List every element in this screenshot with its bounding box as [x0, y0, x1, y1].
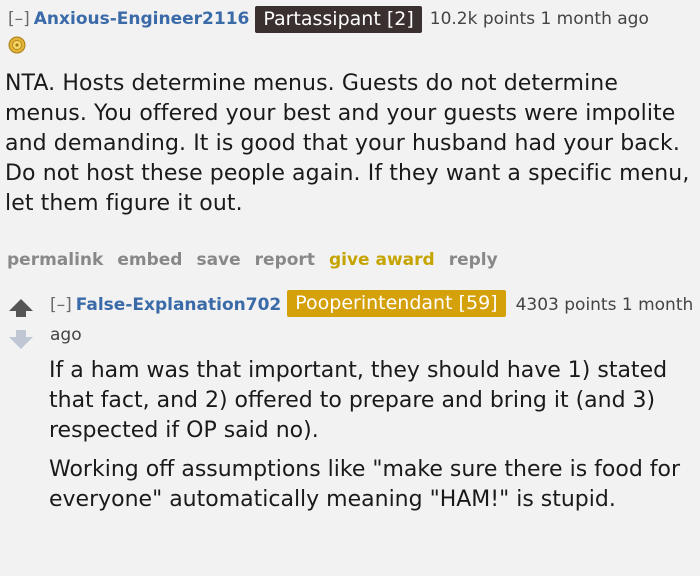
reply-button[interactable]: reply [449, 250, 498, 270]
author-link[interactable]: False-Explanation702 [76, 295, 281, 315]
comment-1-body: NTA. Hosts determine menus. Guests do no… [5, 71, 690, 216]
downvote-arrow-icon[interactable] [9, 337, 33, 349]
comment-2-body: If a ham was that important, they should… [49, 356, 695, 524]
gold-medal-icon[interactable] [8, 36, 26, 54]
downvote-arrow-stem[interactable] [16, 330, 26, 337]
comment-paragraph: If a ham was that important, they should… [49, 358, 668, 443]
permalink-button[interactable]: permalink [7, 250, 103, 270]
comment-1-tagline: [–] Anxious-Engineer2116 Partassipant [2] 1… [8, 6, 649, 33]
author-link[interactable]: Anxious-Engineer2116 [34, 9, 250, 29]
give-award-button[interactable]: give award [329, 250, 435, 270]
save-button[interactable]: save [196, 250, 240, 270]
user-flair: Pooperintendant [59] [287, 290, 506, 317]
user-flair: Partassipant [2] [255, 6, 422, 33]
comment-1-actions: permalink embed save report give award reply [7, 250, 512, 270]
collapse-toggle[interactable]: [–] [8, 9, 30, 29]
upvote-arrow-stem[interactable] [16, 310, 26, 317]
comment-paragraph: Working off assumptions like "make sure … [49, 457, 681, 512]
embed-button[interactable]: embed [117, 250, 182, 270]
report-button[interactable]: report [255, 250, 315, 270]
comment-2-tagline: [–] False-Explanation702 Pooperintendant [… [50, 290, 695, 350]
score-and-time: 10.2k points 1 month ago [429, 9, 649, 29]
collapse-toggle[interactable]: [–] [50, 295, 72, 315]
